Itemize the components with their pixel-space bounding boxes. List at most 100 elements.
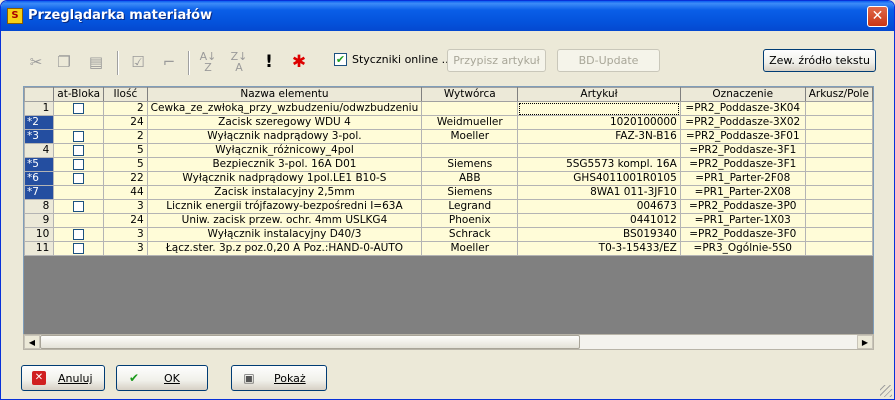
- table-row[interactable]: *6 22 Wyłącznik nadprądowy 1pol.LE1 B10-S A…: [24, 171, 873, 186]
- nazwa-elementu-cell[interactable]: Zacisk szeregowy WDU 4: [146, 115, 423, 130]
- nazwa-elementu-cell[interactable]: Licznik energii trójfazowy-bezpośredni I…: [146, 199, 423, 214]
- arkusz-pole-cell[interactable]: [804, 143, 873, 158]
- nazwa-elementu-cell[interactable]: Wyłącznik_różnicowy_4pol: [146, 143, 423, 158]
- artykul-cell[interactable]: T0-3-15433/EZ: [517, 241, 681, 256]
- column-header-ilosc[interactable]: Ilość: [103, 87, 148, 102]
- nazwa-elementu-cell[interactable]: Bezpiecznik 3-pol. 16A D01: [146, 157, 423, 172]
- przypisz-artykul-button[interactable]: Przypisz artykuł: [447, 49, 546, 72]
- zew-zrodlo-tekstu-button[interactable]: Zew. źródło tekstu: [763, 49, 876, 72]
- arkusz-pole-cell[interactable]: [804, 185, 873, 200]
- oznaczenie-cell[interactable]: =PR2_Poddasze-3F0: [679, 227, 806, 242]
- wytworca-cell[interactable]: Siemens: [421, 157, 519, 172]
- wytworca-cell[interactable]: Weidmueller: [421, 115, 519, 130]
- ilosc-cell[interactable]: 3: [103, 199, 148, 214]
- ilosc-cell[interactable]: 3: [103, 227, 148, 242]
- at-bloka-cell[interactable]: [53, 101, 105, 116]
- wytworca-cell[interactable]: Siemens: [421, 185, 519, 200]
- row-header[interactable]: *7: [24, 185, 55, 200]
- row-header[interactable]: 11: [24, 241, 55, 256]
- pokaz-button[interactable]: ▣ Pokaż: [231, 365, 327, 391]
- artykul-cell[interactable]: [517, 143, 681, 158]
- wytworca-cell[interactable]: Moeller: [421, 129, 519, 144]
- nazwa-elementu-cell[interactable]: Zacisk instalacyjny 2,5mm: [146, 185, 423, 200]
- row-checkbox[interactable]: [73, 130, 85, 142]
- column-header-nazwa-elementu[interactable]: Nazwa elementu: [146, 87, 423, 102]
- nazwa-elementu-cell[interactable]: Wyłącznik instalacyjny D40/3: [146, 227, 423, 242]
- at-bloka-cell[interactable]: [53, 143, 105, 158]
- scissors-icon[interactable]: ✂: [25, 51, 47, 73]
- ilosc-cell[interactable]: 5: [103, 143, 148, 158]
- checkbox-checked-icon[interactable]: ✔: [334, 53, 347, 66]
- title-bar[interactable]: S Przeglądarka materiałów ✕: [1, 1, 894, 31]
- artykul-cell[interactable]: [517, 101, 681, 116]
- table-row[interactable]: 8 3 Licznik energii trójfazowy-bezpośredni…: [24, 199, 873, 214]
- uncheck-icon[interactable]: ⌐: [158, 51, 180, 73]
- artykul-cell[interactable]: 8WA1 011-3JF10: [517, 185, 681, 200]
- column-header-at-bloka[interactable]: at-Bloka: [53, 87, 105, 102]
- sort-za-icon[interactable]: Z↓ A: [228, 51, 250, 73]
- artykul-cell[interactable]: 5SG5573 kompl. 16A: [517, 157, 681, 172]
- artykul-cell[interactable]: BS019340: [517, 227, 681, 242]
- arkusz-pole-cell[interactable]: [804, 241, 873, 256]
- row-checkbox[interactable]: [73, 200, 85, 212]
- at-bloka-cell[interactable]: [53, 157, 105, 172]
- horizontal-scrollbar[interactable]: ◀ ▶: [23, 334, 874, 350]
- wytworca-cell[interactable]: Moeller: [421, 241, 519, 256]
- row-checkbox[interactable]: [73, 158, 85, 170]
- scroll-left-icon[interactable]: ◀: [24, 335, 40, 349]
- table-row[interactable]: 11 3 Łącz.ster. 3p.z poz.0,20 A Poz.:HAND-…: [24, 241, 873, 256]
- table-row[interactable]: 1 2 Cewka_ze_zwłoką_przy_wzbudzeniu/odwzbu…: [24, 101, 873, 116]
- ilosc-cell[interactable]: 24: [103, 213, 148, 228]
- arkusz-pole-cell[interactable]: [804, 171, 873, 186]
- oznaczenie-cell[interactable]: =PR2_Poddasze-3F1: [679, 157, 806, 172]
- arkusz-pole-cell[interactable]: [804, 115, 873, 130]
- arkusz-pole-cell[interactable]: [804, 227, 873, 242]
- column-header-artykul[interactable]: Artykuł: [517, 87, 681, 102]
- ilosc-cell[interactable]: 24: [103, 115, 148, 130]
- wytworca-cell[interactable]: [421, 101, 519, 116]
- ok-button[interactable]: ✔ OK: [116, 365, 208, 391]
- table-row[interactable]: 9 24 Uniw. zacisk przew. ochr. 4mm USLKG4 P…: [24, 213, 873, 228]
- row-checkbox[interactable]: [73, 242, 85, 254]
- table-row[interactable]: *2 24 Zacisk szeregowy WDU 4 Weidmueller 102…: [24, 115, 873, 130]
- oznaczenie-cell[interactable]: =PR3_Ogólnie-5S0: [679, 241, 806, 256]
- row-checkbox[interactable]: [73, 172, 85, 184]
- nazwa-elementu-cell[interactable]: Wyłącznik nadprądowy 1pol.LE1 B10-S: [146, 171, 423, 186]
- at-bloka-cell[interactable]: [53, 199, 105, 214]
- arkusz-pole-cell[interactable]: [804, 213, 873, 228]
- oznaczenie-cell[interactable]: =PR2_Poddasze-3K04: [679, 101, 806, 116]
- oznaczenie-cell[interactable]: =PR2_Poddasze-3X02: [679, 115, 806, 130]
- table-row[interactable]: *7 44 Zacisk instalacyjny 2,5mm Siemens 8WA1…: [24, 185, 873, 200]
- table-row[interactable]: *3 2 Wyłącznik nadprądowy 3-pol. Moeller FAZ…: [24, 129, 873, 144]
- column-header-oznaczenie[interactable]: Oznaczenie: [679, 87, 806, 102]
- asterisk-icon[interactable]: ✱: [288, 51, 310, 73]
- ilosc-cell[interactable]: 44: [103, 185, 148, 200]
- row-header[interactable]: *2: [24, 115, 55, 130]
- row-header[interactable]: *6: [24, 171, 55, 186]
- ilosc-cell[interactable]: 22: [103, 171, 148, 186]
- check-icon[interactable]: ☑: [127, 51, 149, 73]
- arkusz-pole-cell[interactable]: [804, 101, 873, 116]
- column-header-wytworca[interactable]: Wytwórca: [421, 87, 519, 102]
- at-bloka-cell[interactable]: [53, 171, 105, 186]
- exclamation-icon[interactable]: !: [258, 51, 280, 73]
- at-bloka-cell[interactable]: [53, 227, 105, 242]
- nazwa-elementu-cell[interactable]: Wyłącznik nadprądowy 3-pol.: [146, 129, 423, 144]
- wytworca-cell[interactable]: ABB: [421, 171, 519, 186]
- materials-grid[interactable]: at-Bloka Ilość Nazwa elementu Wytwórca A…: [23, 86, 874, 348]
- oznaczenie-cell[interactable]: =PR2_Poddasze-3F1: [679, 143, 806, 158]
- arkusz-pole-cell[interactable]: [804, 199, 873, 214]
- wytworca-cell[interactable]: Legrand: [421, 199, 519, 214]
- copy-icon[interactable]: ❐: [53, 51, 75, 73]
- ilosc-cell[interactable]: 5: [103, 157, 148, 172]
- row-header[interactable]: 10: [24, 227, 55, 242]
- artykul-cell[interactable]: 004673: [517, 199, 681, 214]
- nazwa-elementu-cell[interactable]: Uniw. zacisk przew. ochr. 4mm USLKG4: [146, 213, 423, 228]
- row-header[interactable]: 8: [24, 199, 55, 214]
- scrollbar-thumb[interactable]: [40, 335, 580, 349]
- oznaczenie-cell[interactable]: =PR2_Poddasze-3P0: [679, 199, 806, 214]
- arkusz-pole-cell[interactable]: [804, 129, 873, 144]
- row-checkbox[interactable]: [73, 228, 85, 240]
- close-button[interactable]: ✕: [867, 6, 888, 27]
- ilosc-cell[interactable]: 3: [103, 241, 148, 256]
